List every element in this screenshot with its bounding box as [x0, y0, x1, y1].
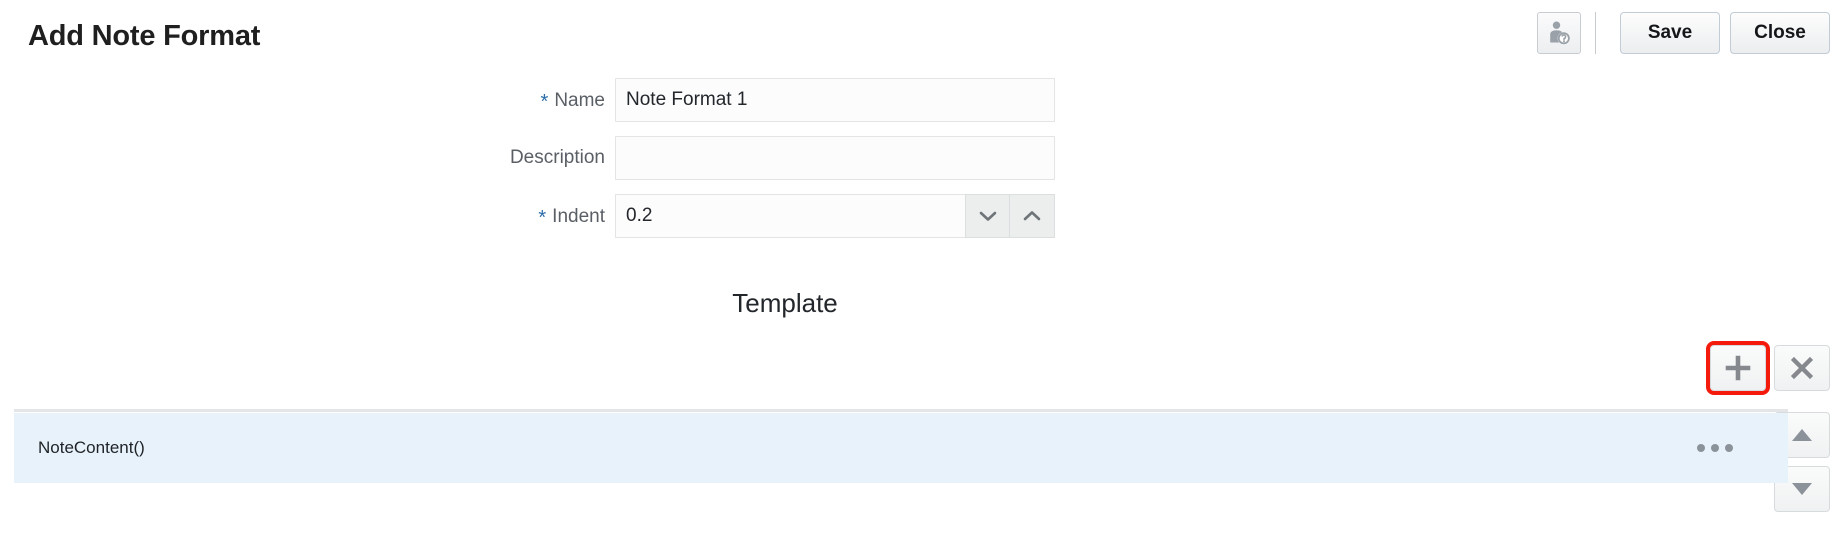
header-actions: Save Close: [1537, 12, 1830, 54]
field-label-name: * Name: [330, 78, 615, 123]
field-label-indent: * Indent: [330, 194, 615, 239]
ellipsis-dot: [1725, 444, 1733, 452]
description-input[interactable]: [615, 136, 1055, 180]
name-input[interactable]: [615, 78, 1055, 122]
chevron-up-icon: [1022, 209, 1042, 223]
indent-increment-button[interactable]: [1010, 194, 1055, 238]
ellipsis-icon[interactable]: [1697, 444, 1733, 452]
triangle-up-icon: [1790, 427, 1814, 443]
form-field-indent: * Indent: [330, 194, 1055, 238]
add-row-button[interactable]: [1706, 341, 1770, 395]
form-field-name: * Name: [330, 78, 1055, 122]
close-x-icon: [1789, 355, 1815, 381]
ellipsis-dot: [1697, 444, 1705, 452]
required-marker: *: [538, 207, 547, 229]
chevron-down-icon: [978, 209, 998, 223]
plus-icon: [1725, 355, 1751, 381]
ellipsis-dot: [1711, 444, 1719, 452]
user-help-icon: [1546, 20, 1572, 46]
template-list-toolbar: [1706, 341, 1830, 395]
template-heading: Template: [732, 288, 838, 318]
page-title: Add Note Format: [28, 20, 261, 52]
indent-stepper: [615, 194, 1055, 238]
table-row[interactable]: NoteContent(): [14, 413, 1788, 483]
field-label-description: Description: [509, 147, 605, 168]
list-divider: [14, 409, 1788, 412]
save-button[interactable]: Save: [1620, 12, 1720, 54]
close-button[interactable]: Close: [1730, 12, 1830, 54]
field-label-text: Indent: [552, 206, 605, 227]
required-marker: *: [540, 91, 549, 113]
field-label-text: Name: [554, 90, 605, 111]
header-divider: [1595, 12, 1596, 54]
delete-row-button[interactable]: [1774, 345, 1830, 391]
triangle-down-icon: [1790, 481, 1814, 497]
form-field-description: Description: [330, 136, 1055, 180]
indent-decrement-button[interactable]: [965, 194, 1010, 238]
list-item-label: NoteContent(): [38, 438, 145, 457]
indent-input[interactable]: [615, 194, 965, 238]
user-help-icon-button[interactable]: [1537, 12, 1581, 54]
